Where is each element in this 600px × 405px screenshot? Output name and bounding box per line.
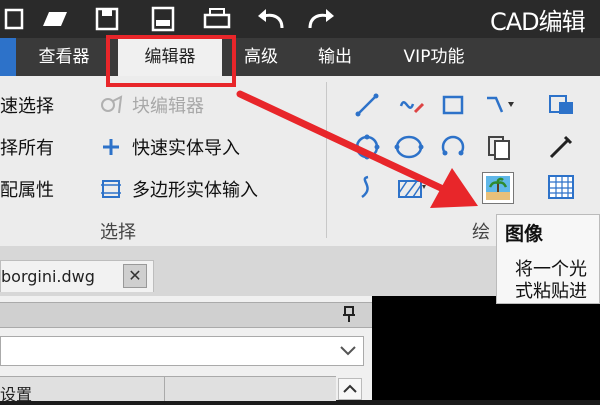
column-divider xyxy=(164,377,165,401)
scroll-up-button[interactable] xyxy=(338,378,362,400)
settings-row: 设置 xyxy=(0,376,336,404)
settings-label: 设置 xyxy=(0,385,33,404)
drawing-canvas[interactable] xyxy=(372,296,600,400)
properties-panel: 设置 xyxy=(0,296,372,404)
close-icon[interactable]: ✕ xyxy=(123,264,147,288)
document-tab[interactable]: borgini.dwg ✕ xyxy=(0,260,154,292)
tooltip-text-line: 式粘贴进 xyxy=(515,281,587,302)
panel-header xyxy=(0,302,372,328)
entity-selector[interactable] xyxy=(0,336,364,366)
image-tooltip: 图像 将一个光 式粘贴进 xyxy=(496,214,600,304)
tooltip-title: 图像 xyxy=(505,223,544,245)
pin-icon[interactable] xyxy=(340,305,358,323)
document-tab-label: borgini.dwg xyxy=(1,267,95,286)
chevron-down-icon xyxy=(339,343,357,362)
